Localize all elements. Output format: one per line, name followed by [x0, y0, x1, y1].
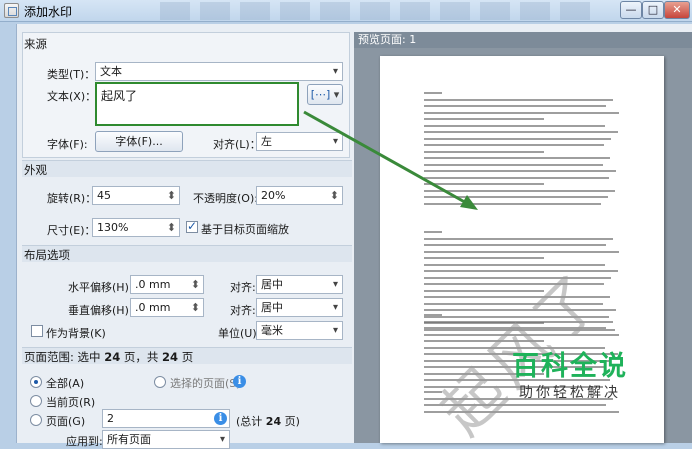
title-bar: 添加水印 — □ ✕ — [0, 0, 692, 22]
hoffset-spinner[interactable]: .0 mm — [130, 275, 204, 294]
text-line — [424, 176, 609, 179]
valign-select[interactable]: 居中 — [256, 298, 343, 317]
range-all-radio[interactable] — [30, 376, 42, 388]
app-icon — [4, 3, 19, 18]
text-line — [424, 150, 544, 153]
pages-total-count: 24 — [265, 415, 282, 428]
background-checkbox[interactable] — [31, 325, 43, 337]
range-selected-label: 选择的页面(S) — [170, 377, 241, 390]
info-icon[interactable]: i — [233, 375, 246, 388]
source-title: 来源 — [24, 37, 47, 51]
text-line — [424, 237, 613, 240]
voffset-spinner[interactable]: .0 mm — [130, 298, 204, 317]
layout-title: 布局选项 — [24, 248, 70, 262]
text-line — [424, 163, 603, 166]
pages-info-icon[interactable]: i — [214, 412, 227, 425]
site-logo: 百科全说 助你轻松解决 — [512, 352, 628, 402]
range-all-label: 全部(A) — [46, 377, 85, 390]
align-select[interactable]: 左 — [256, 132, 343, 151]
insert-macro-button[interactable]: [⋯] ▾ — [307, 84, 343, 105]
text-line — [424, 131, 618, 133]
text-line — [424, 231, 442, 233]
text-line — [424, 92, 442, 94]
opacity-label: 不透明度(O): — [193, 192, 258, 205]
watermark-text-input[interactable]: 起风了 — [95, 82, 299, 126]
text-line — [424, 183, 544, 185]
range-selected-radio[interactable] — [154, 376, 166, 388]
align-label: 对齐(L)： — [213, 138, 261, 151]
maximize-button[interactable]: □ — [642, 1, 664, 19]
range-title-b: 页，共 — [123, 350, 159, 364]
pages-input[interactable]: 2 — [102, 409, 230, 428]
size-spinner[interactable]: 130% — [92, 218, 180, 237]
scale-label: 基于目标页面缩放 — [201, 223, 289, 236]
site-logo-sub: 助你轻松解决 — [519, 385, 621, 401]
text-line — [424, 314, 442, 316]
type-label: 类型(T)： — [47, 68, 96, 81]
background-label: 作为背景(K) — [46, 327, 106, 340]
hoffset-label: 水平偏移(H): — [68, 281, 133, 294]
rotate-label: 旋转(R)： — [47, 192, 97, 205]
unit-label: 单位(U): — [218, 327, 261, 340]
font-label: 字体(F): — [47, 138, 88, 151]
close-button[interactable]: ✕ — [664, 1, 690, 19]
text-line — [424, 270, 618, 272]
range-title: 页面范围: 选中 24 页，共 24 页 — [24, 349, 193, 365]
unit-select[interactable]: 毫米 — [256, 321, 343, 340]
range-pages-label: 页面(G) — [46, 415, 86, 428]
pages-total-a: (总计 — [236, 415, 263, 428]
apply-label: 应用到: — [66, 435, 103, 448]
layout-header — [22, 245, 352, 262]
text-line — [424, 157, 610, 159]
insert-macro-label: [⋯] — [310, 88, 331, 101]
range-title-a: 页面范围: 选中 — [24, 350, 101, 364]
apply-select[interactable]: 所有页面 — [102, 430, 230, 449]
type-select[interactable]: 文本 — [95, 62, 343, 81]
range-current-label: 当前页(R) — [46, 396, 96, 409]
text-line — [424, 144, 604, 146]
site-logo-main: 百科全说 — [512, 351, 628, 382]
scale-checkbox[interactable] — [186, 219, 198, 233]
window-title: 添加水印 — [24, 5, 73, 19]
halign-select[interactable]: 居中 — [256, 275, 343, 294]
text-line — [424, 124, 605, 127]
range-count-a: 24 — [104, 350, 121, 364]
text-line — [424, 202, 601, 205]
rotate-spinner[interactable]: 45 — [92, 186, 180, 205]
text-line — [424, 250, 619, 253]
pages-total: (总计 24 页) — [236, 413, 300, 429]
preview-header: 预览页面: 1 — [354, 32, 692, 48]
range-count-b: 24 — [162, 350, 179, 364]
range-title-c: 页 — [181, 350, 194, 364]
appearance-header — [22, 160, 352, 177]
voffset-label: 垂直偏移(H): — [68, 304, 133, 317]
range-current-radio[interactable] — [30, 395, 42, 407]
chevron-down-icon: ▾ — [330, 88, 340, 101]
range-pages-radio[interactable] — [30, 414, 42, 426]
text-line — [424, 196, 608, 198]
text-line — [424, 137, 611, 140]
background-tabs — [160, 2, 590, 20]
text-line — [424, 244, 606, 246]
text-line — [424, 189, 615, 192]
text-line — [424, 170, 616, 172]
text-label: 文本(X)： — [47, 90, 97, 103]
text-line — [424, 105, 606, 107]
text-line — [424, 257, 544, 259]
size-label: 尺寸(E)： — [47, 224, 96, 237]
valign-label: 对齐: — [230, 304, 256, 317]
text-line — [424, 263, 605, 266]
text-line — [424, 111, 619, 114]
pages-total-b: 页) — [284, 415, 300, 428]
font-button[interactable]: 字体(F)... — [95, 131, 183, 152]
opacity-spinner[interactable]: 20% — [256, 186, 343, 205]
appearance-title: 外观 — [24, 163, 47, 177]
text-line — [424, 118, 544, 120]
halign-label: 对齐: — [230, 281, 256, 294]
text-line — [424, 98, 613, 101]
minimize-button[interactable]: — — [620, 1, 642, 19]
